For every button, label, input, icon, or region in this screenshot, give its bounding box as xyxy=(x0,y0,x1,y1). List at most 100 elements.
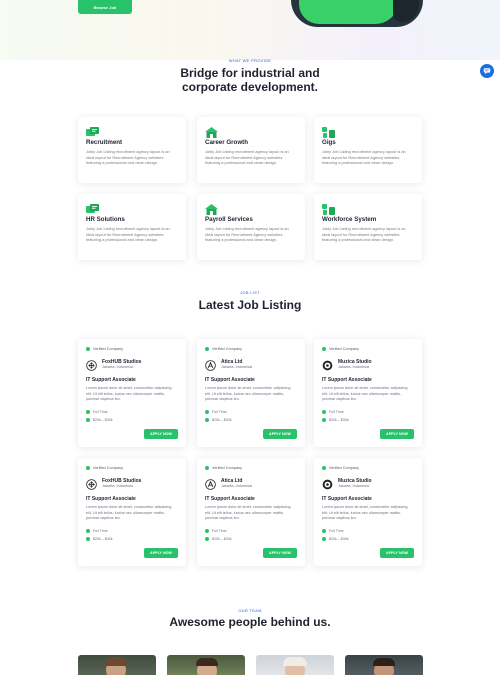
verified-badge: Verified Company xyxy=(205,465,297,471)
job-description: Lorem ipsum dolor sit amet, consectetur … xyxy=(86,386,172,401)
service-card[interactable]: Payroll Services Jobly Job Listing recrui… xyxy=(197,194,305,260)
foxhub-logo xyxy=(86,477,97,490)
job-salary: $20k – $30k xyxy=(205,417,297,423)
company-name[interactable]: Muzica Studio xyxy=(338,359,372,365)
company-location: Jakarta, Indonesia xyxy=(102,483,134,488)
service-title: Recruitment xyxy=(86,139,123,146)
service-card[interactable]: Recruitment Jobly Job Listing recruitment… xyxy=(78,117,186,183)
service-title: Workforce System xyxy=(322,216,377,223)
verified-badge: Verified Company xyxy=(205,346,297,352)
salary-icon xyxy=(86,536,90,541)
service-card[interactable]: Gigs Jobly Job Listing recruitment agency… xyxy=(314,117,422,183)
company-location: Jakarta, Indonesia xyxy=(221,364,253,369)
team-title: Awesome people behind us. xyxy=(169,615,331,629)
foxhub-logo xyxy=(86,358,97,371)
job-type: Full Time xyxy=(322,528,414,534)
workforce-icon xyxy=(322,202,335,215)
company-location: Jakarta, Indonesia xyxy=(338,483,370,488)
job-type: Full Time xyxy=(322,409,414,415)
service-description: Jobly Job Listing recruitment agency lay… xyxy=(86,226,170,243)
job-description: Lorem ipsum dolor sit amet, consectetur … xyxy=(322,386,408,401)
company-name[interactable]: Muzica Studio xyxy=(338,478,372,484)
verified-badge: Verified Company xyxy=(322,465,414,471)
job-type: Full Time xyxy=(205,409,297,415)
job-description: Lorem ipsum dolor sit amet, consectetur … xyxy=(86,505,172,520)
services-eyebrow: WHAT WE PROVIDE xyxy=(228,58,272,63)
service-description: Jobly Job Listing recruitment agency lay… xyxy=(322,226,406,243)
job-type: Full Time xyxy=(86,528,178,534)
services-title: Bridge for industrial and corporate deve… xyxy=(180,66,320,94)
job-card[interactable]: Verified Company Muzica Studio Jakarta, In… xyxy=(314,339,422,447)
job-salary: $20k – $30k xyxy=(86,417,178,423)
job-card[interactable]: Verified Company Atica Ltd Jakarta, Indone… xyxy=(197,458,305,566)
verified-badge: Verified Company xyxy=(322,346,414,352)
job-role[interactable]: IT Support Associate xyxy=(205,377,297,383)
verified-dot-icon xyxy=(86,466,90,470)
salary-icon xyxy=(322,536,326,541)
job-salary: $20k – $30k xyxy=(86,536,178,542)
salary-icon xyxy=(86,417,90,422)
service-card[interactable]: HR Solutions Jobly Job Listing recruitmen… xyxy=(78,194,186,260)
service-title: Gigs xyxy=(322,139,336,146)
hr-solutions-icon xyxy=(86,202,99,213)
muzica-logo xyxy=(322,358,333,371)
service-title: HR Solutions xyxy=(86,216,125,223)
job-type-icon xyxy=(322,409,326,414)
company-name[interactable]: FoxHUB Studios xyxy=(102,478,141,484)
team-member-photo xyxy=(167,655,245,675)
job-salary: $20k – $30k xyxy=(322,417,414,423)
job-card[interactable]: Verified Company Muzica Studio Jakarta, In… xyxy=(314,458,422,566)
hero-worker-image xyxy=(291,0,423,27)
team-eyebrow: OUR TEAM xyxy=(238,608,262,613)
service-description: Jobly Job Listing recruitment agency lay… xyxy=(205,226,289,243)
job-card[interactable]: Verified Company FoxHUB Studios Jakarta, I… xyxy=(78,458,186,566)
company-location: Jakarta, Indonesia xyxy=(338,364,370,369)
service-card[interactable]: Career Growth Jobly Job Listing recruitme… xyxy=(197,117,305,183)
apply-now-button[interactable]: APPLY NOW xyxy=(144,429,178,439)
job-role[interactable]: IT Support Associate xyxy=(322,377,414,383)
job-type-icon xyxy=(205,409,209,414)
job-role[interactable]: IT Support Associate xyxy=(86,496,178,502)
verified-dot-icon xyxy=(86,347,90,351)
jobs-eyebrow: JOB LIST xyxy=(240,290,260,295)
verified-dot-icon xyxy=(205,347,209,351)
job-role[interactable]: IT Support Associate xyxy=(86,377,178,383)
service-description: Jobly Job Listing recruitment agency lay… xyxy=(86,149,170,166)
jobs-title: Latest Job Listing xyxy=(198,298,302,312)
atica-logo xyxy=(205,358,216,371)
verified-dot-icon xyxy=(205,466,209,470)
job-card[interactable]: Verified Company Atica Ltd Jakarta, Indone… xyxy=(197,339,305,447)
job-description: Lorem ipsum dolor sit amet, consectetur … xyxy=(205,505,291,520)
service-title: Career Growth xyxy=(205,139,248,146)
recruitment-icon xyxy=(86,125,99,136)
team-member-photo xyxy=(256,655,334,675)
service-card[interactable]: Workforce System Jobly Job Listing recrui… xyxy=(314,194,422,260)
job-card[interactable]: Verified Company FoxHUB Studios Jakarta, I… xyxy=(78,339,186,447)
browse-job-button[interactable]: Browse Job xyxy=(78,0,132,14)
apply-now-button[interactable]: APPLY NOW xyxy=(380,548,414,558)
salary-icon xyxy=(205,417,209,422)
company-location: Jakarta, Indonesia xyxy=(102,364,134,369)
apply-now-button[interactable]: APPLY NOW xyxy=(263,429,297,439)
job-type: Full Time xyxy=(205,528,297,534)
apply-now-button[interactable]: APPLY NOW xyxy=(144,548,178,558)
salary-icon xyxy=(322,417,326,422)
service-title: Payroll Services xyxy=(205,216,253,223)
apply-now-button[interactable]: APPLY NOW xyxy=(263,548,297,558)
verified-dot-icon xyxy=(322,466,326,470)
job-type: Full Time xyxy=(86,409,178,415)
apply-now-button[interactable]: APPLY NOW xyxy=(380,429,414,439)
job-type-icon xyxy=(322,528,326,533)
gigs-icon xyxy=(322,125,335,138)
job-salary: $20k – $30k xyxy=(205,536,297,542)
job-role[interactable]: IT Support Associate xyxy=(322,496,414,502)
verified-dot-icon xyxy=(322,347,326,351)
company-name[interactable]: FoxHUB Studios xyxy=(102,359,141,365)
job-description: Lorem ipsum dolor sit amet, consectetur … xyxy=(205,386,291,401)
salary-icon xyxy=(205,536,209,541)
payroll-icon xyxy=(205,202,218,215)
team-member-photo xyxy=(78,655,156,675)
verified-badge: Verified Company xyxy=(86,346,178,352)
job-description: Lorem ipsum dolor sit amet, consectetur … xyxy=(322,505,408,520)
job-role[interactable]: IT Support Associate xyxy=(205,496,297,502)
